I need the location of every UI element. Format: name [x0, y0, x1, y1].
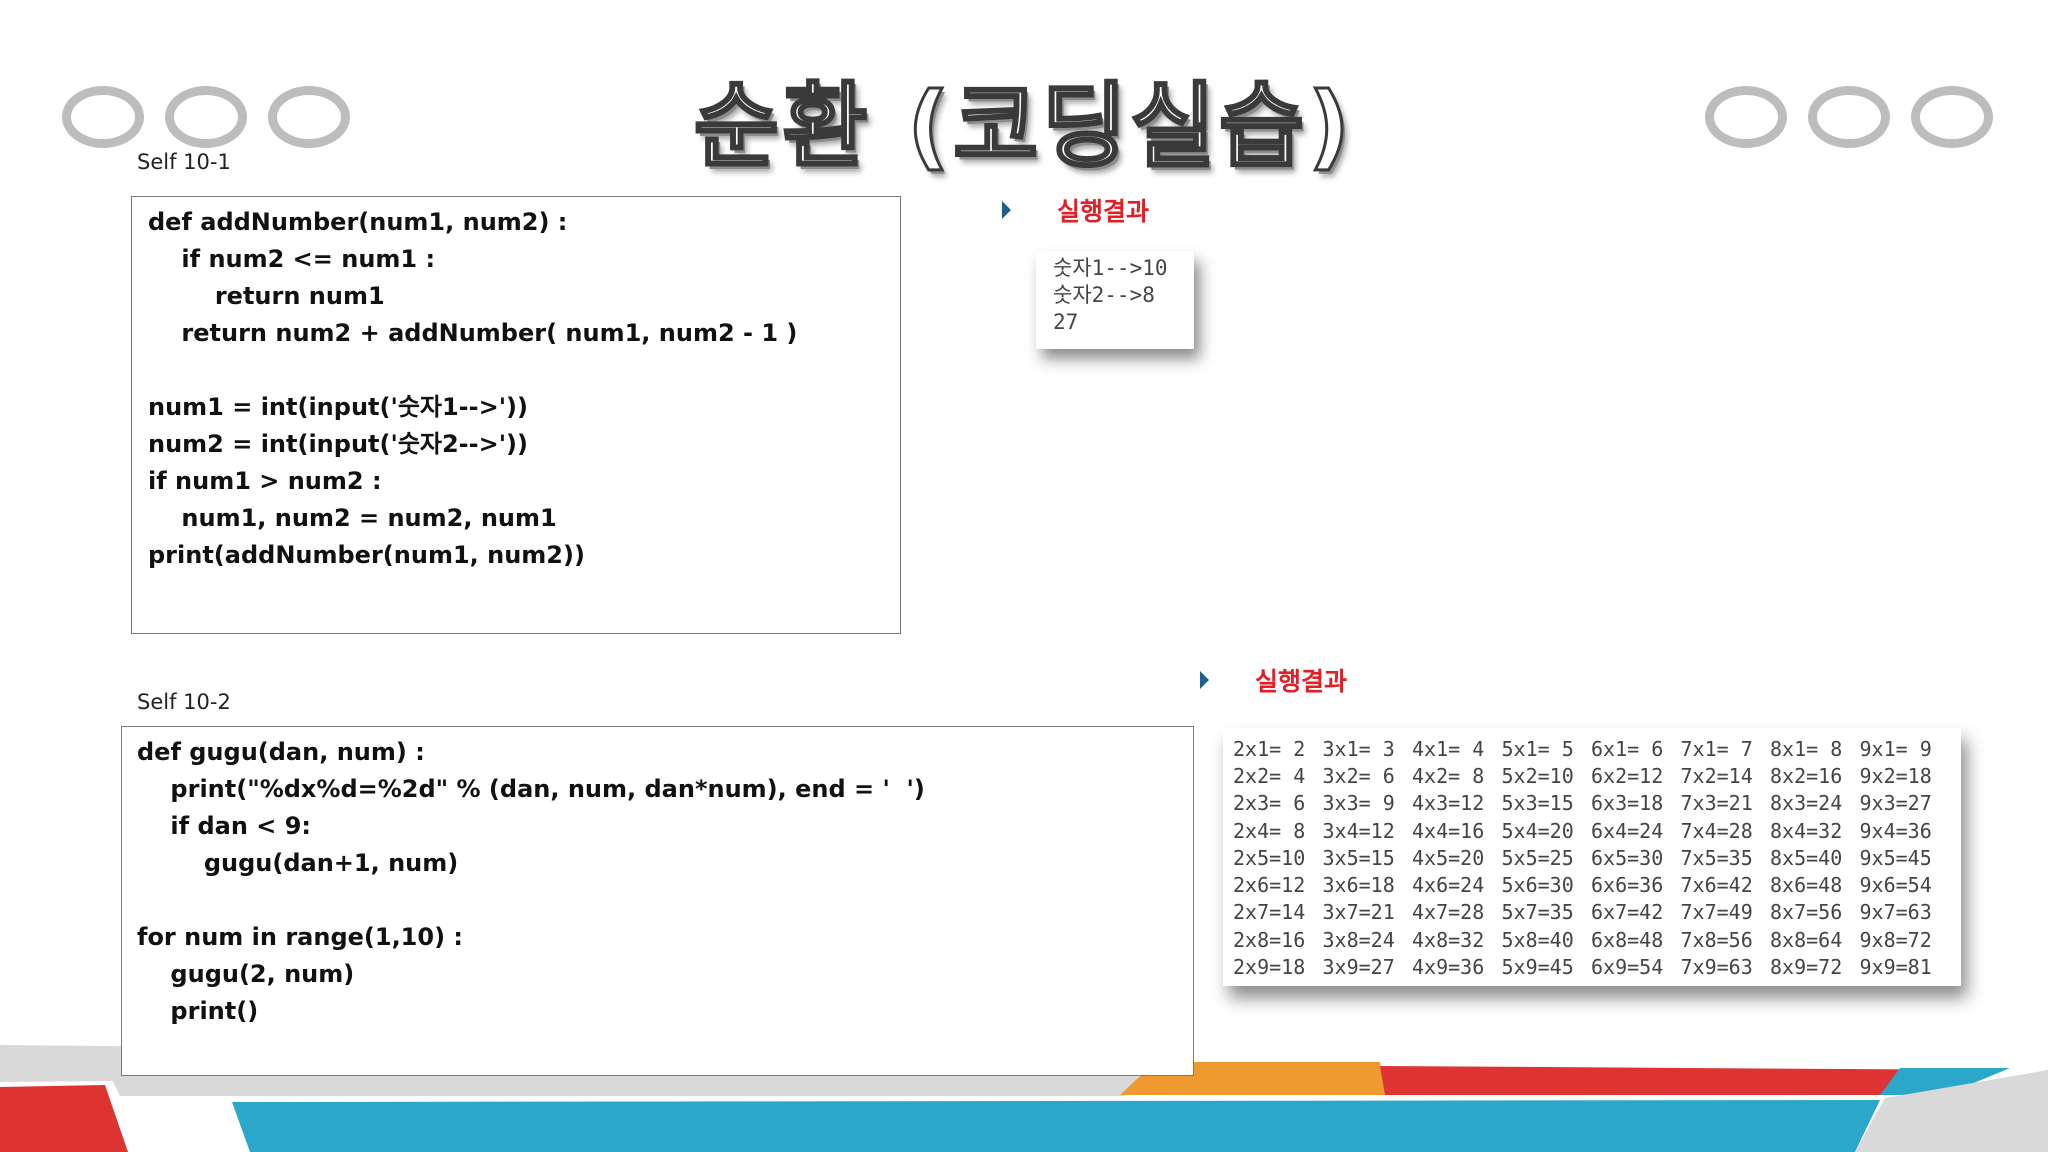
- code-line: if dan < 9:: [137, 812, 312, 840]
- output-cell: 8x8=64: [1770, 927, 1843, 952]
- output-cell: 3x7=21: [1322, 900, 1395, 925]
- output-row: 2x2= 4 3x2= 6 4x2= 8 5x2=10 6x2=12 7x2=14 8x2=…: [1233, 762, 1949, 789]
- output-cell: 6x6=36: [1591, 873, 1664, 898]
- output-cell: 4x8=32: [1412, 927, 1485, 952]
- output-cell: 7x4=28: [1680, 818, 1753, 843]
- output-cell: 5x8=40: [1501, 927, 1574, 952]
- output-cell: 4x7=28: [1412, 900, 1485, 925]
- output-cell: 5x3=15: [1501, 791, 1574, 816]
- output-row: 2x5=10 3x5=15 4x5=20 5x5=25 6x5=30 7x5=35 8x5=…: [1233, 844, 1949, 871]
- output-cell: 8x7=56: [1770, 900, 1843, 925]
- output-cell: 8x5=40: [1770, 845, 1843, 870]
- output-cell: 9x5=45: [1859, 845, 1932, 870]
- section-label-self-10-2: Self 10-2: [137, 690, 231, 714]
- output-cell: 2x5=10: [1233, 845, 1306, 870]
- output-cell: 7x2=14: [1680, 763, 1753, 788]
- output-cell: 2x6=12: [1233, 873, 1306, 898]
- output-cell: 3x5=15: [1322, 845, 1395, 870]
- output-cell: 8x1= 8: [1770, 736, 1843, 761]
- output-cell: 8x9=72: [1770, 955, 1843, 980]
- output-row: 2x7=14 3x7=21 4x7=28 5x7=35 6x7=42 7x7=49 8x7=…: [1233, 899, 1949, 926]
- output-cell: 7x5=35: [1680, 845, 1753, 870]
- output-cell: 3x9=27: [1322, 955, 1395, 980]
- output-cell: 2x9=18: [1233, 955, 1306, 980]
- output-cell: 9x1= 9: [1859, 736, 1932, 761]
- code-line: gugu(dan+1, num): [137, 849, 459, 877]
- output-cell: 6x8=48: [1591, 927, 1664, 952]
- output-cell: 9x7=63: [1859, 900, 1932, 925]
- output-row: 2x4= 8 3x4=12 4x4=16 5x4=20 6x4=24 7x4=28 8x4=…: [1233, 817, 1949, 844]
- code-line: print("%dx%d=%2d" % (dan, num, dan*num),…: [137, 775, 925, 803]
- output-cell: 3x2= 6: [1322, 763, 1395, 788]
- output-cell: 7x9=63: [1680, 955, 1753, 980]
- output-row: 2x9=18 3x9=27 4x9=36 5x9=45 6x9=54 7x9=63 8x9=…: [1233, 953, 1949, 980]
- output-window-self-10-2: 2x1= 2 3x1= 3 4x1= 4 5x1= 5 6x1= 6 7x1= 7 8x1=…: [1223, 728, 1961, 986]
- output-cell: 5x1= 5: [1501, 736, 1574, 761]
- output-cell: 9x2=18: [1859, 763, 1932, 788]
- output-row: 2x3= 6 3x3= 9 4x3=12 5x3=15 6x3=18 7x3=21 8x3=…: [1233, 790, 1949, 817]
- output-cell: 9x4=36: [1859, 818, 1932, 843]
- output-cell: 3x1= 3: [1322, 736, 1395, 761]
- output-cell: 4x5=20: [1412, 845, 1485, 870]
- output-cell: 4x6=24: [1412, 873, 1485, 898]
- output-cell: 4x2= 8: [1412, 763, 1485, 788]
- output-cell: 2x4= 8: [1233, 818, 1306, 843]
- output-row: 2x1= 2 3x1= 3 4x1= 4 5x1= 5 6x1= 6 7x1= 7 8x1=…: [1233, 735, 1949, 762]
- output-cell: 4x1= 4: [1412, 736, 1485, 761]
- triangle-bullet-icon: [1200, 671, 1209, 689]
- output-cell: 3x8=24: [1322, 927, 1395, 952]
- output-cell: 8x6=48: [1770, 873, 1843, 898]
- output-cell: 9x9=81: [1859, 955, 1932, 980]
- output-cell: 9x3=27: [1859, 791, 1932, 816]
- output-cell: 2x7=14: [1233, 900, 1306, 925]
- output-cell: 9x6=54: [1859, 873, 1932, 898]
- output-cell: 3x6=18: [1322, 873, 1395, 898]
- output-cell: 6x5=30: [1591, 845, 1664, 870]
- output-cell: 6x3=18: [1591, 791, 1664, 816]
- output-cell: 8x2=16: [1770, 763, 1843, 788]
- result-label-self-10-2: 실행결과: [1255, 667, 1348, 696]
- output-cell: 2x2= 4: [1233, 763, 1306, 788]
- code-line: gugu(2, num): [137, 960, 355, 988]
- output-cell: 4x3=12: [1412, 791, 1485, 816]
- output-cell: 5x7=35: [1501, 900, 1574, 925]
- code-line: for num in range(1,10) :: [137, 923, 464, 951]
- multiplication-table: 2x1= 2 3x1= 3 4x1= 4 5x1= 5 6x1= 6 7x1= 7 8x1=…: [1233, 735, 1949, 981]
- output-cell: 7x1= 7: [1680, 736, 1753, 761]
- output-cell: 3x4=12: [1322, 818, 1395, 843]
- output-cell: 7x7=49: [1680, 900, 1753, 925]
- output-cell: 6x1= 6: [1591, 736, 1664, 761]
- output-cell: 6x2=12: [1591, 763, 1664, 788]
- output-row: 2x8=16 3x8=24 4x8=32 5x8=40 6x8=48 7x8=56 8x8=…: [1233, 926, 1949, 953]
- output-cell: 2x3= 6: [1233, 791, 1306, 816]
- output-cell: 9x8=72: [1859, 927, 1932, 952]
- output-cell: 4x4=16: [1412, 818, 1485, 843]
- output-cell: 5x5=25: [1501, 845, 1574, 870]
- output-cell: 4x9=36: [1412, 955, 1485, 980]
- output-cell: 8x3=24: [1770, 791, 1843, 816]
- output-cell: 2x8=16: [1233, 927, 1306, 952]
- output-cell: 5x4=20: [1501, 818, 1574, 843]
- output-cell: 7x6=42: [1680, 873, 1753, 898]
- output-cell: 5x2=10: [1501, 763, 1574, 788]
- output-cell: 6x7=42: [1591, 900, 1664, 925]
- code-block-self-10-2: def gugu(dan, num) : print("%dx%d=%2d" %…: [121, 726, 1194, 1076]
- output-cell: 8x4=32: [1770, 818, 1843, 843]
- output-cell: 6x9=54: [1591, 955, 1664, 980]
- output-cell: 6x4=24: [1591, 818, 1664, 843]
- output-cell: 3x3= 9: [1322, 791, 1395, 816]
- output-cell: 5x6=30: [1501, 873, 1574, 898]
- output-cell: 2x1= 2: [1233, 736, 1306, 761]
- output-cell: 7x3=21: [1680, 791, 1753, 816]
- output-row: 2x6=12 3x6=18 4x6=24 5x6=30 6x6=36 7x6=42 8x6=…: [1233, 871, 1949, 898]
- output-cell: 5x9=45: [1501, 955, 1574, 980]
- output-cell: 7x8=56: [1680, 927, 1753, 952]
- code-line: print(): [137, 997, 259, 1025]
- code-line: def gugu(dan, num) :: [137, 738, 425, 766]
